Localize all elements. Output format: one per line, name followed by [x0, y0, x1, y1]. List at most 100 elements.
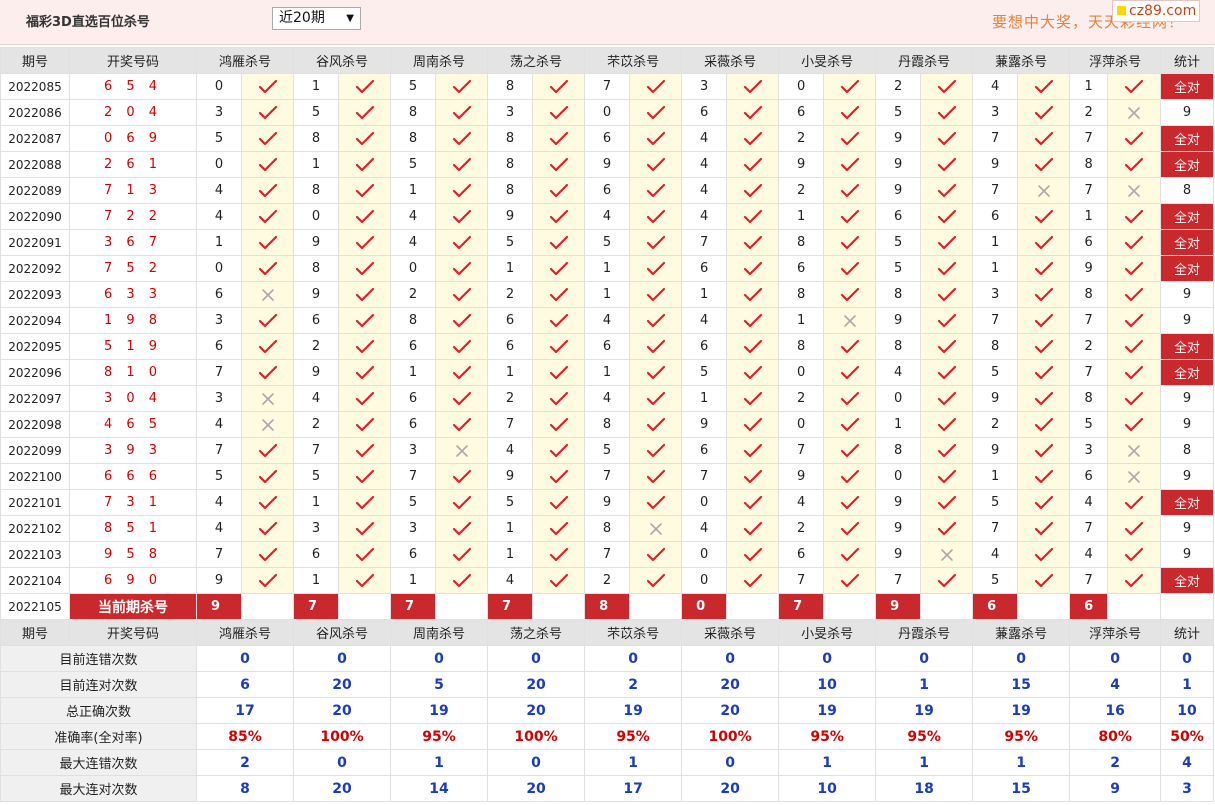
kill-number-cell: 1 — [293, 151, 340, 178]
kill-number-cell: 4 — [681, 125, 728, 152]
kill-number-cell: 7 — [487, 411, 534, 438]
check-icon — [823, 73, 877, 100]
kill-number-cell: 8 — [487, 125, 534, 152]
period-select[interactable]: 近20期 ▼ — [272, 7, 361, 30]
col-expert-header: 芣苡杀号 — [584, 47, 683, 74]
stat-cell: 全对 — [1160, 203, 1214, 230]
stats-label: 目前连对次数 — [0, 671, 197, 698]
stats-value: 20 — [293, 671, 392, 698]
check-icon — [629, 411, 683, 438]
stats-value: 0 — [681, 749, 780, 776]
stat-cell: 全对 — [1160, 489, 1214, 516]
kill-number-cell: 1 — [293, 73, 340, 100]
table-row: 2022103 9 5 876617069449 — [0, 541, 1214, 568]
check-icon — [435, 385, 489, 412]
check-icon — [920, 385, 974, 412]
dropdown-arrow-icon: ▼ — [346, 13, 354, 24]
check-icon — [338, 359, 392, 386]
check-icon — [726, 437, 780, 464]
cross-icon — [1107, 99, 1162, 126]
stat-cell: 9 — [1160, 385, 1214, 412]
check-icon — [629, 177, 683, 204]
stats-value: 20 — [681, 697, 780, 724]
kill-number-cell: 2 — [972, 411, 1019, 438]
kill-number-cell: 4 — [681, 307, 728, 334]
site-logo[interactable]: cz89.com — [1112, 0, 1200, 22]
kill-number-cell: 6 — [778, 99, 825, 126]
current-kill-empty — [1107, 593, 1162, 620]
kill-number-cell: 9 — [293, 281, 340, 308]
check-icon — [629, 125, 683, 152]
issue-cell: 2022091 — [0, 229, 70, 256]
kill-number-cell: 6 — [875, 203, 922, 230]
stat-cell: 全对 — [1160, 229, 1214, 256]
check-icon — [920, 567, 974, 594]
draw-number-cell: 7 3 1 — [69, 489, 197, 516]
col-expert-header: 鸿雁杀号 — [195, 47, 295, 74]
check-icon — [338, 307, 392, 334]
stats-row: 最大连错次数 2 0 1 0 1 0 1 1 1 2 4 — [0, 749, 1214, 776]
kill-number-cell: 4 — [196, 411, 242, 438]
col-expert-header: 蒹露杀号 — [972, 619, 1071, 646]
check-icon — [726, 489, 780, 516]
stat-cell: 9 — [1160, 281, 1214, 308]
check-icon — [726, 125, 780, 152]
col-expert-header: 小旻杀号 — [778, 619, 877, 646]
col-expert-header: 采薇杀号 — [681, 619, 780, 646]
kill-number-cell: 9 — [293, 359, 340, 386]
stats-value: 17 — [195, 697, 295, 724]
stats-value: 95% — [972, 723, 1071, 750]
stats-value: 19 — [390, 697, 489, 724]
kill-number-cell: 3 — [972, 99, 1019, 126]
kill-number-cell: 3 — [681, 73, 728, 100]
kill-number-cell: 5 — [487, 489, 534, 516]
stats-value: 2 — [195, 749, 295, 776]
kill-number-cell: 1 — [293, 567, 340, 594]
kill-number-cell: 0 — [681, 541, 728, 568]
check-icon — [240, 437, 295, 464]
check-icon — [435, 333, 489, 360]
check-icon — [532, 463, 586, 490]
stat-cell: 全对 — [1160, 333, 1214, 360]
kill-number-cell: 5 — [875, 255, 922, 282]
check-icon — [435, 411, 489, 438]
check-icon — [1017, 307, 1071, 334]
col-stat-header: 统计 — [1160, 47, 1214, 74]
check-icon — [532, 281, 586, 308]
kill-number-cell: 1 — [972, 229, 1019, 256]
kill-number-cell: 9 — [778, 463, 825, 490]
check-icon — [629, 359, 683, 386]
kill-number-cell: 4 — [584, 385, 631, 412]
kill-number-cell: 6 — [681, 437, 728, 464]
check-icon — [823, 463, 877, 490]
current-kill-pick: 9 — [875, 593, 922, 620]
stats-value: 3 — [1160, 775, 1214, 802]
check-icon — [823, 255, 877, 282]
check-icon — [435, 255, 489, 282]
kill-number-cell: 7 — [972, 125, 1019, 152]
kill-number-cell: 9 — [584, 489, 631, 516]
stats-value: 2 — [584, 671, 683, 698]
kill-number-cell: 0 — [875, 463, 922, 490]
kill-number-cell: 3 — [390, 437, 437, 464]
check-icon — [629, 333, 683, 360]
kill-number-cell: 5 — [487, 229, 534, 256]
check-icon — [726, 177, 780, 204]
kill-number-cell: 4 — [487, 437, 534, 464]
check-icon — [823, 177, 877, 204]
kill-number-cell: 7 — [681, 229, 728, 256]
col-issue-header: 期号 — [0, 619, 70, 646]
stats-value: 0 — [875, 645, 974, 672]
stats-value: 17 — [584, 775, 683, 802]
stats-value: 1 — [584, 749, 683, 776]
draw-number-cell: 7 1 3 — [69, 177, 197, 204]
stats-value: 0 — [584, 645, 683, 672]
kill-number-cell: 0 — [778, 73, 825, 100]
kill-number-cell: 2 — [778, 177, 825, 204]
kill-number-cell: 5 — [875, 99, 922, 126]
kill-number-cell: 4 — [584, 307, 631, 334]
stats-value: 0 — [195, 645, 295, 672]
kill-number-cell: 6 — [390, 333, 437, 360]
kill-number-cell: 0 — [681, 567, 728, 594]
kill-number-cell: 4 — [972, 73, 1019, 100]
